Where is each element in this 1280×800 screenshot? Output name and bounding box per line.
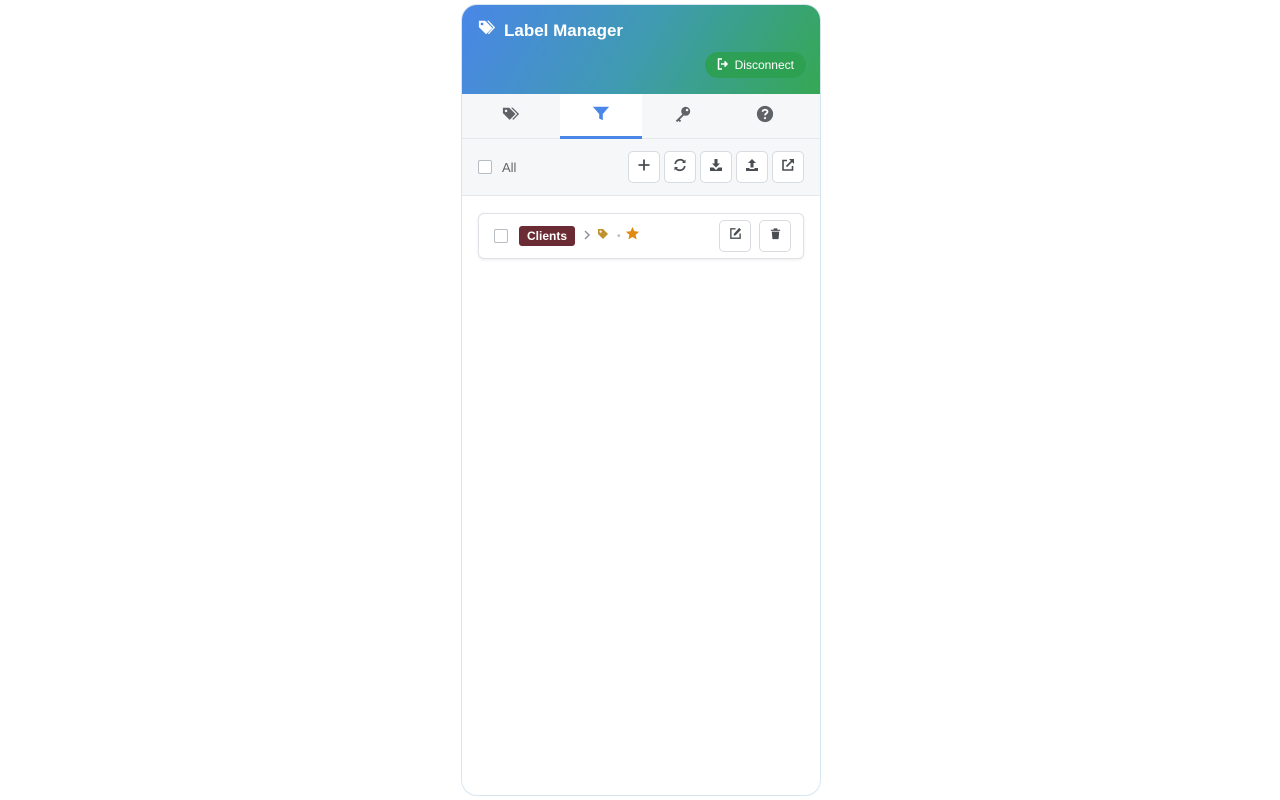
filter-label-badge: Clients xyxy=(519,226,576,246)
tags-icon xyxy=(502,105,520,128)
download-button[interactable] xyxy=(700,151,732,183)
filter-list: Clients • xyxy=(462,196,820,276)
tab-help[interactable] xyxy=(724,94,806,138)
select-all-label: All xyxy=(502,159,517,175)
delete-filter-button[interactable] xyxy=(759,220,791,252)
toolbar: All xyxy=(462,139,820,196)
filter-row-actions xyxy=(719,220,791,252)
key-icon xyxy=(674,105,692,128)
refresh-icon xyxy=(673,158,687,177)
star-icon xyxy=(621,226,640,246)
edit-filter-button[interactable] xyxy=(719,220,751,252)
filter-row: Clients • xyxy=(478,213,804,259)
tags-logo-icon xyxy=(478,19,496,42)
select-all-checkbox[interactable] xyxy=(478,160,492,174)
tab-keys[interactable] xyxy=(642,94,724,138)
plus-icon xyxy=(637,158,651,177)
app-title-text: Label Manager xyxy=(504,20,624,40)
filter-checkbox[interactable] xyxy=(494,229,508,243)
tab-filters[interactable] xyxy=(560,94,642,139)
app-title: Label Manager xyxy=(478,19,623,42)
sign-out-icon xyxy=(717,57,729,73)
chevron-right-icon xyxy=(575,227,591,245)
toolbar-buttons xyxy=(628,151,804,183)
upload-icon xyxy=(745,158,759,177)
trash-icon xyxy=(769,227,782,245)
tag-icon xyxy=(591,227,609,245)
download-icon xyxy=(709,158,723,177)
add-filter-button[interactable] xyxy=(628,151,660,183)
tab-bar xyxy=(462,94,820,139)
refresh-button[interactable] xyxy=(664,151,696,183)
help-icon xyxy=(756,105,774,128)
external-link-icon xyxy=(781,158,795,177)
upload-button[interactable] xyxy=(736,151,768,183)
edit-icon xyxy=(729,227,742,245)
disconnect-label: Disconnect xyxy=(734,58,794,72)
open-external-button[interactable] xyxy=(772,151,804,183)
filter-icon xyxy=(592,105,610,128)
label-manager-panel: Label Manager Disconnect All Clients • xyxy=(461,4,821,796)
header: Label Manager Disconnect xyxy=(462,5,820,94)
disconnect-button[interactable]: Disconnect xyxy=(704,52,806,78)
tab-labels[interactable] xyxy=(462,94,560,138)
